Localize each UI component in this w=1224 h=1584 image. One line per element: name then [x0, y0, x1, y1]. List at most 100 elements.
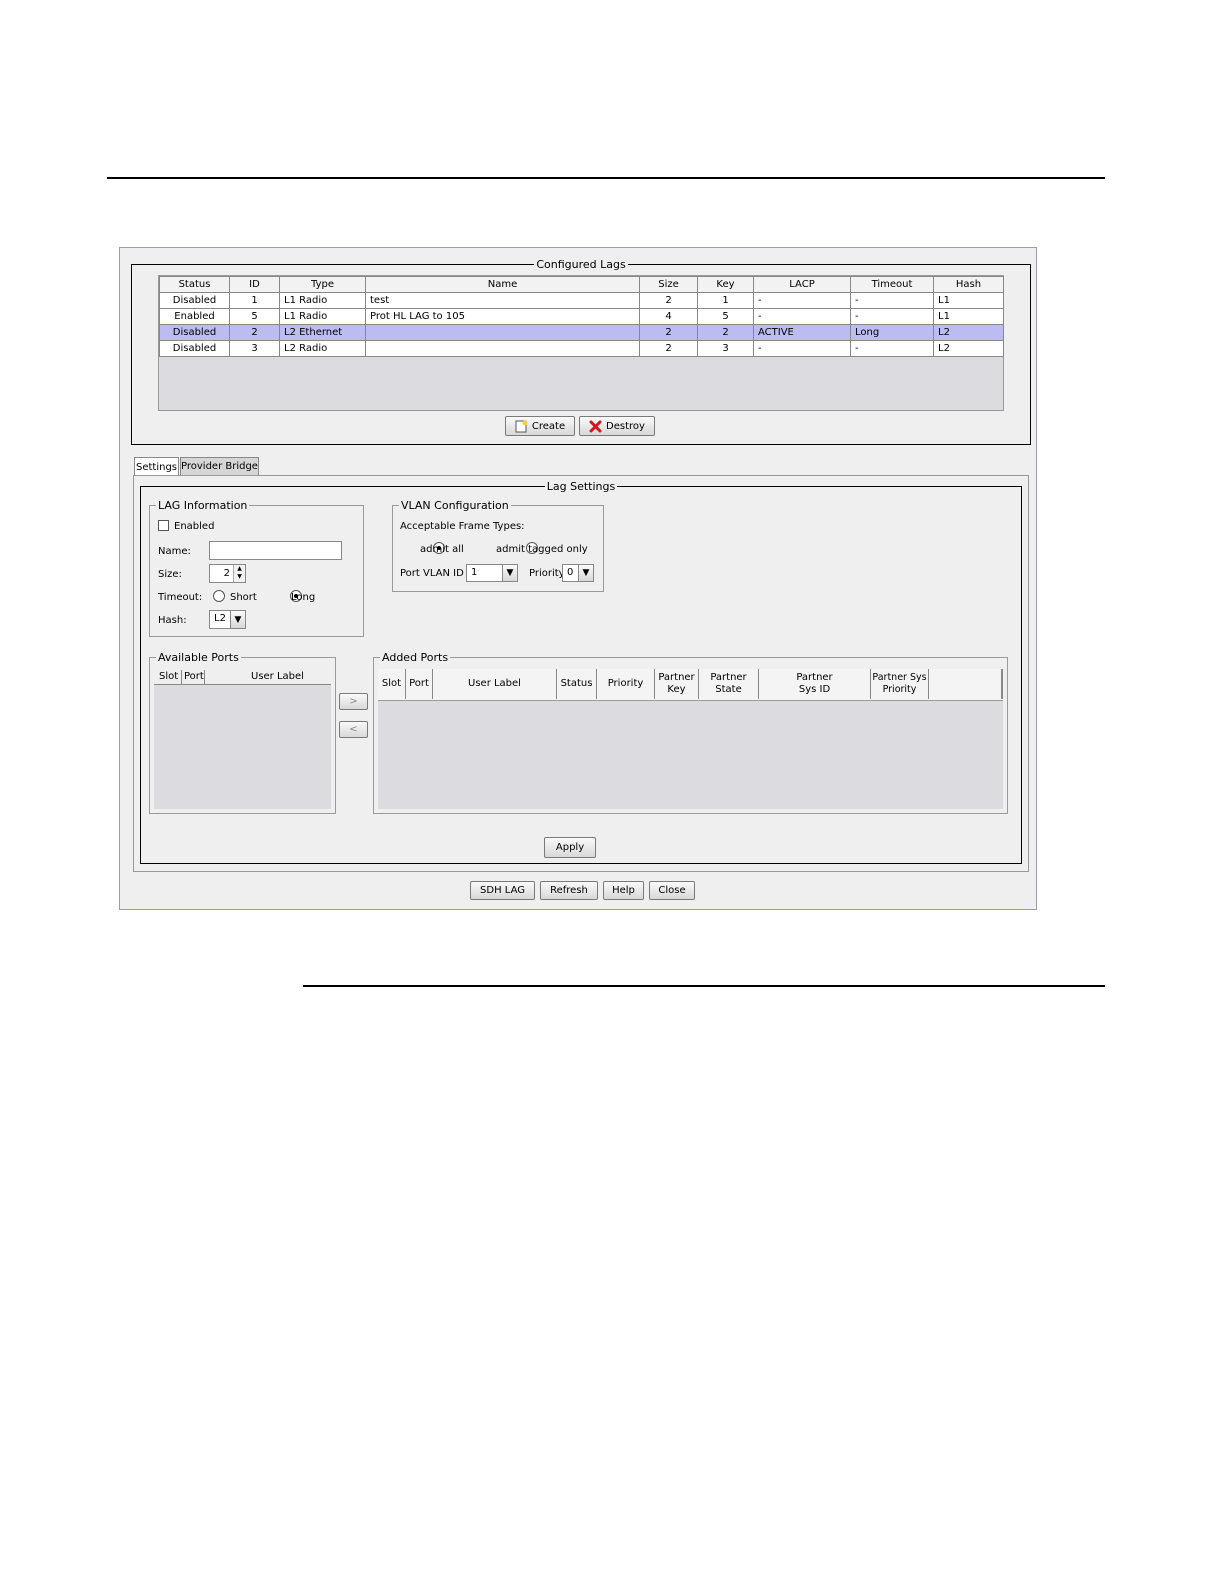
col-id[interactable]: ID — [229, 276, 280, 293]
col-name[interactable]: Name — [365, 276, 640, 293]
col-status[interactable]: Status — [159, 276, 230, 293]
cell-key: 5 — [697, 308, 754, 325]
enabled-checkbox[interactable] — [158, 520, 169, 531]
priority-label: Priority — [529, 568, 565, 579]
col-partner-sys-priority[interactable]: Partner Sys Priority — [871, 669, 929, 699]
tab-settings[interactable]: Settings — [134, 457, 179, 476]
col-size[interactable]: Size — [639, 276, 698, 293]
tab-provider-bridge-label: Provider Bridge — [181, 461, 258, 472]
available-ports-title: Available Ports — [158, 651, 239, 664]
col-partner-state[interactable]: Partner State — [699, 669, 759, 699]
col-status[interactable]: Status — [557, 669, 597, 699]
col-slot[interactable]: Slot — [159, 671, 178, 682]
cell-id: 5 — [229, 308, 280, 325]
lag-configuration-window: Configured Lags Status ID Type Name Size… — [119, 247, 1037, 910]
added-ports-title: Added Ports — [382, 651, 449, 664]
cell-hash: L1 — [933, 308, 1004, 325]
spinner-arrows-icon[interactable]: ▲ ▼ — [233, 565, 245, 582]
configured-lags-table: Status ID Type Name Size Key LACP Timeou… — [159, 276, 1004, 357]
table-row[interactable]: Disabled 3 L2 Radio 2 3 - - L2 — [159, 340, 1004, 357]
bottom-rule — [303, 985, 1105, 987]
add-port-button[interactable]: > — [339, 693, 368, 710]
close-button[interactable]: Close — [649, 881, 695, 900]
col-user-label[interactable]: User Label — [251, 671, 304, 682]
col-priority[interactable]: Priority — [597, 669, 655, 699]
col-timeout[interactable]: Timeout — [850, 276, 934, 293]
create-button[interactable]: Create — [505, 416, 575, 436]
size-value: 2 — [223, 568, 230, 579]
table-header-row: Status ID Type Name Size Key LACP Timeou… — [159, 276, 1004, 293]
col-lacp[interactable]: LACP — [753, 276, 851, 293]
admit-all-label: admit all — [420, 544, 464, 555]
added-ports-list[interactable] — [378, 701, 1003, 809]
cell-size: 2 — [639, 340, 698, 357]
timeout-short-radio[interactable] — [213, 590, 225, 602]
port-vlan-id-label: Port VLAN ID — [400, 568, 464, 579]
table-row[interactable]: Disabled 1 L1 Radio test 2 1 - - L1 — [159, 292, 1004, 309]
name-label: Name: — [158, 546, 191, 557]
col-type[interactable]: Type — [279, 276, 366, 293]
cell-hash: L2 — [933, 340, 1004, 357]
apply-button[interactable]: Apply — [544, 837, 596, 858]
col-key[interactable]: Key — [697, 276, 754, 293]
help-label: Help — [612, 885, 635, 896]
refresh-label: Refresh — [550, 885, 588, 896]
chevron-down-icon[interactable]: ▼ — [230, 611, 245, 628]
cell-id: 2 — [229, 324, 280, 341]
help-button[interactable]: Help — [603, 881, 644, 900]
col-hash[interactable]: Hash — [933, 276, 1004, 293]
apply-label: Apply — [555, 842, 585, 853]
cell-timeout: - — [850, 308, 934, 325]
table-row-selected[interactable]: Disabled 2 L2 Ethernet 2 2 ACTIVE Long L… — [159, 324, 1004, 341]
timeout-short-label: Short — [230, 592, 257, 603]
cell-size: 2 — [639, 292, 698, 309]
cell-key: 3 — [697, 340, 754, 357]
col-port[interactable]: Port — [406, 669, 433, 699]
enabled-label: Enabled — [174, 521, 215, 532]
hash-value: L2 — [214, 613, 226, 624]
tab-provider-bridge[interactable]: Provider Bridge — [180, 457, 259, 475]
refresh-button[interactable]: Refresh — [540, 881, 598, 900]
cell-timeout: - — [850, 292, 934, 309]
col-partner-sys-id[interactable]: Partner Sys ID — [759, 669, 871, 699]
cell-hash: L1 — [933, 292, 1004, 309]
close-label: Close — [658, 885, 686, 896]
available-ports-header: Slot Port User Label — [154, 670, 331, 685]
cell-lacp: - — [753, 308, 851, 325]
cell-name — [365, 340, 640, 357]
configured-lags-table-area: Status ID Type Name Size Key LACP Timeou… — [158, 275, 1004, 411]
sdh-lag-button[interactable]: SDH LAG — [470, 881, 535, 900]
remove-port-label: < — [349, 724, 358, 735]
name-field[interactable] — [209, 541, 342, 560]
cell-key: 2 — [697, 324, 754, 341]
chevron-down-icon[interactable]: ▼ — [578, 565, 593, 581]
cell-timeout: Long — [850, 324, 934, 341]
available-ports-list[interactable] — [154, 685, 331, 809]
col-port[interactable]: Port — [184, 671, 204, 682]
admit-tagged-only-label: admit tagged only — [496, 544, 588, 555]
cell-status: Enabled — [159, 308, 230, 325]
sdh-lag-label: SDH LAG — [480, 885, 525, 896]
cell-type: L2 Ethernet — [279, 324, 366, 341]
hash-dropdown[interactable]: L2 ▼ — [209, 610, 246, 629]
tab-settings-label: Settings — [135, 461, 177, 473]
destroy-button[interactable]: Destroy — [579, 416, 655, 436]
port-vlan-id-value: 1 — [471, 567, 478, 578]
col-slot[interactable]: Slot — [378, 669, 406, 699]
size-spinner[interactable]: 2 ▲ ▼ — [209, 564, 246, 583]
cell-size: 4 — [639, 308, 698, 325]
chevron-down-icon[interactable]: ▼ — [502, 565, 517, 581]
col-partner-key[interactable]: Partner Key — [655, 669, 699, 699]
destroy-label: Destroy — [606, 420, 645, 432]
red-x-icon — [589, 420, 602, 432]
size-label: Size: — [158, 569, 182, 580]
remove-port-button[interactable]: < — [339, 721, 368, 738]
configured-lags-title: Configured Lags — [536, 258, 626, 271]
cell-name: test — [365, 292, 640, 309]
priority-dropdown[interactable]: 0 ▼ — [562, 564, 594, 582]
col-user-label[interactable]: User Label — [433, 669, 557, 699]
port-vlan-id-dropdown[interactable]: 1 ▼ — [466, 564, 518, 582]
table-row[interactable]: Enabled 5 L1 Radio Prot HL LAG to 105 4 … — [159, 308, 1004, 325]
cell-status: Disabled — [159, 292, 230, 309]
lag-information-title: LAG Information — [158, 499, 248, 512]
